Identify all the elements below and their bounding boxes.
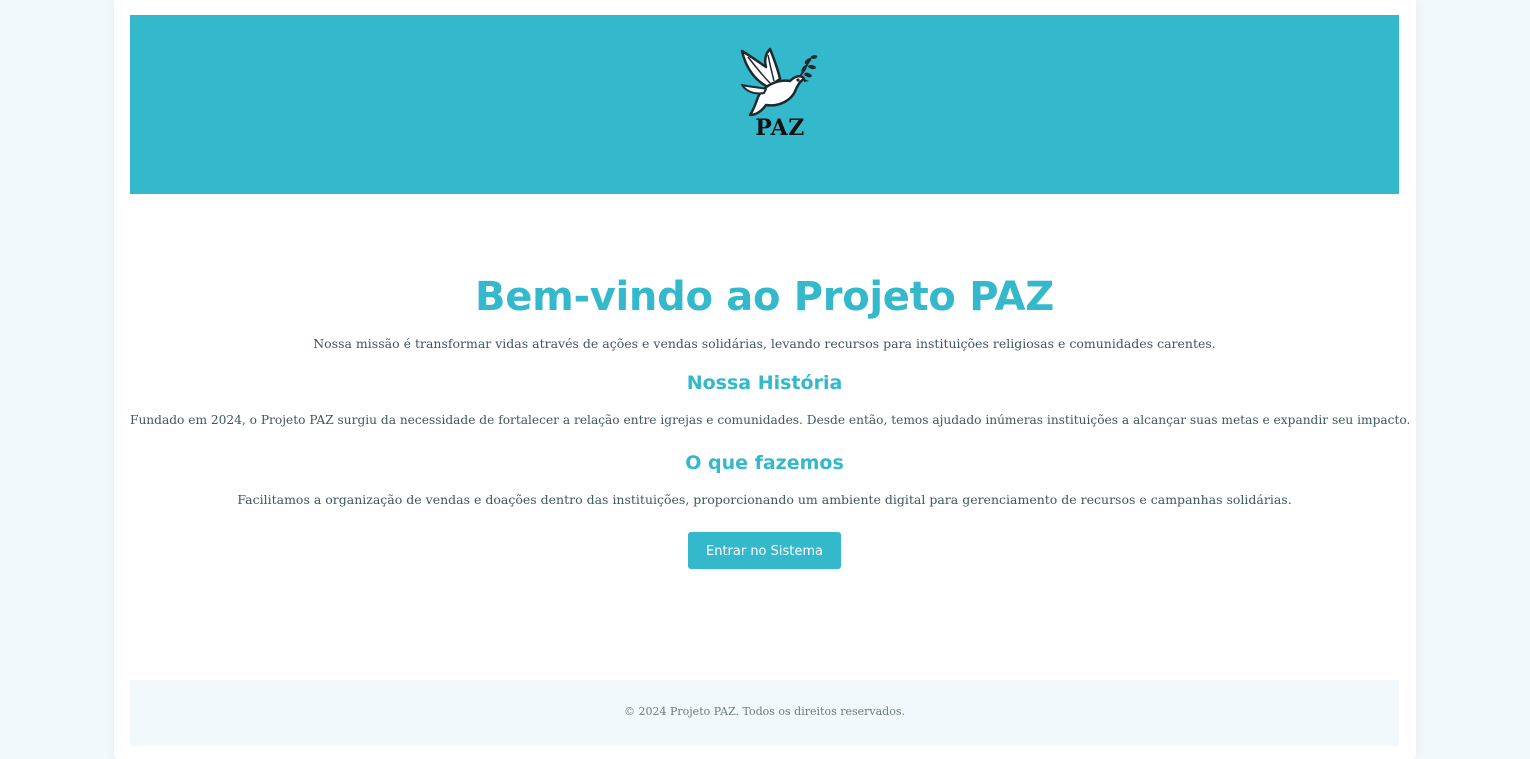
header-banner: PAZ: [130, 15, 1399, 194]
what-we-do-text: Facilitamos a organização de vendas e do…: [237, 492, 1292, 507]
dove-icon: [740, 47, 818, 117]
mission-text: Nossa missão é transformar vidas através…: [313, 336, 1216, 351]
history-heading: Nossa História: [686, 372, 843, 394]
enter-system-button[interactable]: Entrar no Sistema: [688, 532, 841, 569]
logo: PAZ: [738, 45, 822, 145]
copyright-text: © 2024 Projeto PAZ. Todos os direitos re…: [624, 705, 905, 718]
history-text: Fundado em 2024, o Projeto PAZ surgiu da…: [130, 413, 1411, 427]
main-content: Bem-vindo ao Projeto PAZ Nossa missão é …: [130, 268, 1411, 569]
page-title: Bem-vindo ao Projeto PAZ: [475, 274, 1054, 320]
page-container: PAZ Bem-vindo ao Projeto PAZ Nossa missã…: [114, 0, 1416, 759]
footer: © 2024 Projeto PAZ. Todos os direitos re…: [130, 680, 1399, 746]
what-we-do-heading: O que fazemos: [685, 452, 844, 474]
logo-text: PAZ: [755, 115, 805, 141]
